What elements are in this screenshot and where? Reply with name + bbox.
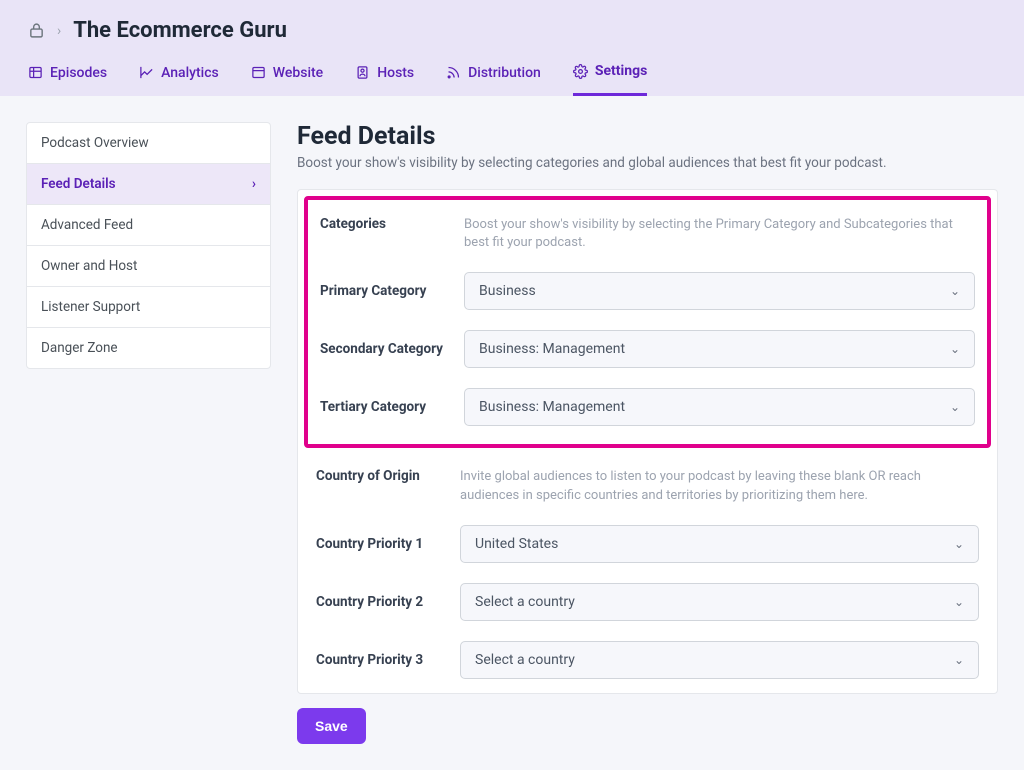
tab-label: Distribution (468, 65, 541, 81)
breadcrumb-title: The Ecommerce Guru (73, 18, 287, 43)
breadcrumb: › The Ecommerce Guru (28, 18, 996, 43)
select-value: Select a country (475, 652, 575, 668)
secondary-category-label: Secondary Category (320, 341, 452, 357)
tertiary-category-label: Tertiary Category (320, 399, 452, 415)
content: Feed Details Boost your show's visibilit… (297, 122, 998, 744)
sidebar-item-overview[interactable]: Podcast Overview (27, 123, 270, 164)
tab-settings[interactable]: Settings (573, 63, 647, 96)
tab-episodes[interactable]: Episodes (28, 63, 107, 96)
sidebar-item-label: Danger Zone (41, 340, 118, 356)
main: Podcast Overview Feed Details › Advanced… (0, 96, 1024, 770)
select-value: Business: Management (479, 341, 625, 357)
sidebar-item-label: Advanced Feed (41, 217, 133, 233)
rss-icon (446, 65, 461, 80)
tab-website[interactable]: Website (251, 63, 323, 96)
gear-icon (573, 64, 588, 79)
country3-label: Country Priority 3 (316, 652, 448, 668)
chevron-down-icon: ⌄ (954, 653, 964, 667)
primary-category-select[interactable]: Business ⌄ (464, 272, 975, 310)
sidebar-item-feed-details[interactable]: Feed Details › (27, 164, 270, 205)
sidebar-item-advanced-feed[interactable]: Advanced Feed (27, 205, 270, 246)
country-origin-label: Country of Origin (316, 468, 448, 484)
sidebar-item-danger-zone[interactable]: Danger Zone (27, 328, 270, 368)
page-subtitle: Boost your show's visibility by selectin… (297, 155, 998, 171)
sidebar-item-label: Feed Details (41, 176, 116, 192)
sidebar-item-label: Podcast Overview (41, 135, 149, 151)
country2-label: Country Priority 2 (316, 594, 448, 610)
country-origin-desc: Invite global audiences to listen to you… (460, 468, 979, 504)
tertiary-category-select[interactable]: Business: Management ⌄ (464, 388, 975, 426)
categories-highlight: Categories Boost your show's visibility … (304, 196, 991, 448)
save-button[interactable]: Save (297, 708, 366, 744)
row-country-3: Country Priority 3 Select a country ⌄ (316, 641, 979, 679)
chevron-down-icon: ⌄ (950, 400, 960, 414)
country1-label: Country Priority 1 (316, 536, 448, 552)
page-title: Feed Details (297, 122, 998, 151)
tabs: Episodes Analytics Website Hosts Distrib… (28, 63, 996, 96)
tab-label: Episodes (50, 65, 107, 81)
country-section: Country of Origin Invite global audience… (304, 462, 991, 686)
user-icon (355, 65, 370, 80)
header-banner: › The Ecommerce Guru Episodes Analytics … (0, 0, 1024, 96)
tab-label: Analytics (161, 65, 219, 81)
row-tertiary-category: Tertiary Category Business: Management ⌄ (320, 388, 975, 426)
chevron-down-icon: ⌄ (954, 595, 964, 609)
row-categories: Categories Boost your show's visibility … (320, 216, 975, 252)
chevron-right-icon: › (57, 23, 61, 39)
tab-label: Settings (595, 63, 647, 79)
sidebar-item-owner-host[interactable]: Owner and Host (27, 246, 270, 287)
row-primary-category: Primary Category Business ⌄ (320, 272, 975, 310)
select-value: Select a country (475, 594, 575, 610)
chevron-down-icon: ⌄ (950, 342, 960, 356)
chevron-right-icon: › (252, 176, 256, 192)
select-value: Business (479, 283, 536, 299)
tab-label: Website (273, 65, 323, 81)
tab-distribution[interactable]: Distribution (446, 63, 541, 96)
window-icon (251, 65, 266, 80)
tab-label: Hosts (377, 65, 414, 81)
grid-icon (28, 65, 43, 80)
country3-select[interactable]: Select a country ⌄ (460, 641, 979, 679)
country2-select[interactable]: Select a country ⌄ (460, 583, 979, 621)
row-country-origin: Country of Origin Invite global audience… (316, 468, 979, 504)
settings-sidebar: Podcast Overview Feed Details › Advanced… (26, 122, 271, 369)
sidebar-item-listener-support[interactable]: Listener Support (27, 287, 270, 328)
row-secondary-category: Secondary Category Business: Management … (320, 330, 975, 368)
country1-select[interactable]: United States ⌄ (460, 525, 979, 563)
tab-hosts[interactable]: Hosts (355, 63, 414, 96)
lock-icon (28, 22, 45, 39)
sidebar-item-label: Listener Support (41, 299, 140, 315)
select-value: United States (475, 536, 558, 552)
chart-icon (139, 65, 154, 80)
row-country-2: Country Priority 2 Select a country ⌄ (316, 583, 979, 621)
tab-analytics[interactable]: Analytics (139, 63, 219, 96)
chevron-down-icon: ⌄ (954, 537, 964, 551)
chevron-down-icon: ⌄ (950, 284, 960, 298)
select-value: Business: Management (479, 399, 625, 415)
form-panel: Categories Boost your show's visibility … (297, 189, 998, 694)
row-country-1: Country Priority 1 United States ⌄ (316, 525, 979, 563)
primary-category-label: Primary Category (320, 283, 452, 299)
sidebar-item-label: Owner and Host (41, 258, 137, 274)
secondary-category-select[interactable]: Business: Management ⌄ (464, 330, 975, 368)
categories-desc: Boost your show's visibility by selectin… (464, 216, 975, 252)
categories-label: Categories (320, 216, 452, 232)
